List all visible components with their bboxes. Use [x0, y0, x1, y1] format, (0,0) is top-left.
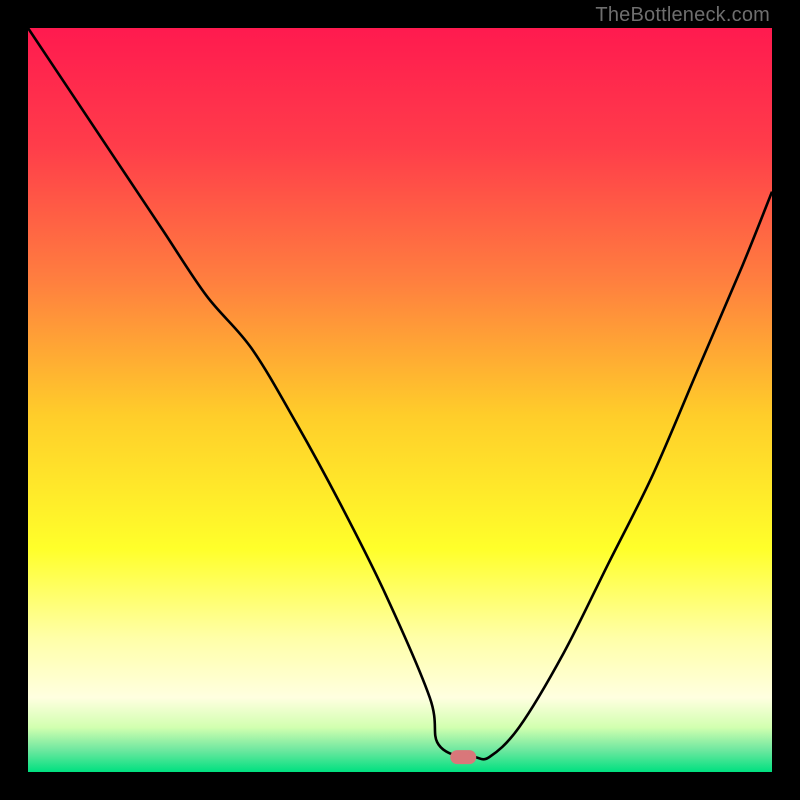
watermark-text: TheBottleneck.com — [595, 4, 770, 27]
optimal-marker — [450, 750, 476, 764]
curve-path — [28, 28, 772, 759]
bottleneck-curve — [28, 28, 772, 772]
plot-area — [28, 28, 772, 772]
chart-frame: TheBottleneck.com — [0, 0, 800, 800]
